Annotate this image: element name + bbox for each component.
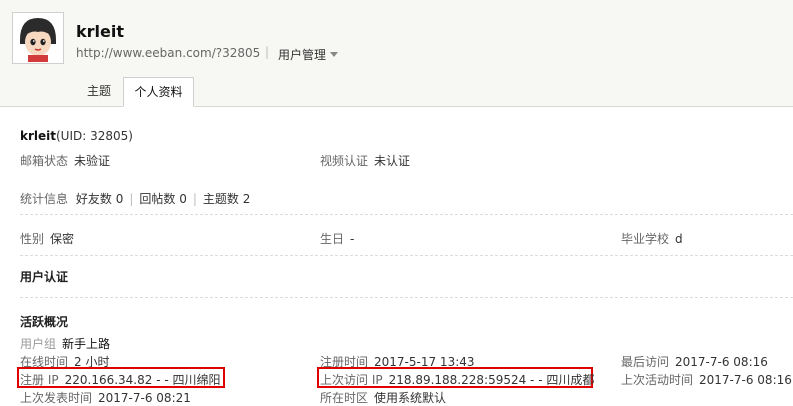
divider: | [129, 192, 134, 206]
last-active-value: 2017-7-6 08:16 [699, 373, 792, 387]
gender-label: 性别 [20, 232, 45, 246]
gender: 性别 保密 [20, 230, 74, 247]
profile-name: krleit [20, 129, 56, 143]
activity-title: 活跃概况 [20, 315, 69, 329]
stats-line: 统计信息 好友数 0 | 回帖数 0 | 主题数 2 [20, 190, 250, 207]
replies-link[interactable]: 回帖数 0 [139, 192, 186, 206]
chevron-down-icon [330, 52, 339, 57]
last-active-label: 上次活动时间 [621, 373, 694, 387]
school-value: d [675, 232, 683, 246]
reg-ip-value: 220.166.34.82 - - 四川绵阳 [64, 373, 221, 387]
divider [20, 297, 793, 298]
user-manage-label: 用户管理 [278, 48, 327, 62]
threads-value: 2 [242, 192, 251, 206]
replies-value: 0 [179, 192, 187, 206]
replies-label: 回帖数 [139, 192, 176, 206]
last-visit-label: 最后访问 [621, 355, 670, 369]
user-cert-title: 用户认证 [20, 270, 69, 284]
video-cert: 视频认证 未认证 [320, 152, 410, 169]
email-status-label: 邮箱状态 [20, 154, 69, 168]
profile-header: krleit http://www.eeban.com/?32805 | 用户管… [0, 0, 793, 107]
timezone-value: 使用系统默认 [374, 391, 447, 405]
birthday-value: - [350, 232, 355, 246]
user-manage-menu[interactable]: 用户管理 [278, 46, 339, 63]
gender-value: 保密 [50, 232, 75, 246]
reg-ip: 注册 IP 220.166.34.82 - - 四川绵阳 [20, 371, 221, 388]
last-ip-value: 218.89.188.228:59524 - - 四川成都 [388, 373, 595, 387]
tab-threads[interactable]: 主题 [76, 77, 122, 106]
stats-label: 统计信息 [20, 192, 69, 206]
last-ip-label: 上次访问 IP [320, 373, 383, 387]
last-post-value: 2017-7-6 08:21 [98, 391, 191, 405]
profile-username: krleit [76, 22, 124, 41]
last-active: 上次活动时间 2017-7-6 08:16 [621, 371, 792, 388]
profile-name-line: krleit(UID: 32805) [20, 129, 133, 143]
last-visit: 最后访问 2017-7-6 08:16 [621, 353, 768, 370]
reg-ip-label: 注册 IP [20, 373, 59, 387]
last-visit-value: 2017-7-6 08:16 [675, 355, 768, 369]
birthday-label: 生日 [320, 232, 345, 246]
divider [20, 214, 793, 215]
profile-url-link[interactable]: http://www.eeban.com/?32805 [76, 46, 260, 60]
user-group-label: 用户组 [20, 337, 57, 351]
birthday: 生日 - [320, 230, 354, 247]
email-status: 邮箱状态 未验证 [20, 152, 110, 169]
user-group: 用户组 新手上路 [20, 335, 110, 352]
divider: | [192, 192, 197, 206]
threads-link[interactable]: 主题数 2 [203, 192, 250, 206]
friends-label: 好友数 [75, 192, 112, 206]
last-ip: 上次访问 IP 218.89.188.228:59524 - - 四川成都 [320, 371, 594, 388]
last-post-label: 上次发表时间 [20, 391, 93, 405]
friends-link[interactable]: 好友数 0 [76, 192, 123, 206]
profile-uid: (UID: 32805) [56, 129, 133, 143]
threads-label: 主题数 [202, 192, 239, 206]
divider [20, 255, 793, 256]
video-cert-value: 未认证 [374, 154, 411, 168]
school: 毕业学校 d [621, 230, 683, 247]
timezone: 所在时区 使用系统默认 [320, 389, 446, 406]
user-group-value[interactable]: 新手上路 [62, 337, 110, 351]
friends-value: 0 [115, 192, 124, 206]
avatar[interactable] [12, 12, 64, 64]
divider: | [265, 45, 270, 59]
timezone-label: 所在时区 [320, 391, 369, 405]
email-status-value: 未验证 [74, 154, 111, 168]
last-post: 上次发表时间 2017-7-6 08:21 [20, 389, 191, 406]
school-label: 毕业学校 [621, 232, 670, 246]
tab-profile[interactable]: 个人资料 [123, 77, 194, 107]
video-cert-label: 视频认证 [320, 154, 369, 168]
avatar-cartoon-icon [14, 14, 62, 62]
